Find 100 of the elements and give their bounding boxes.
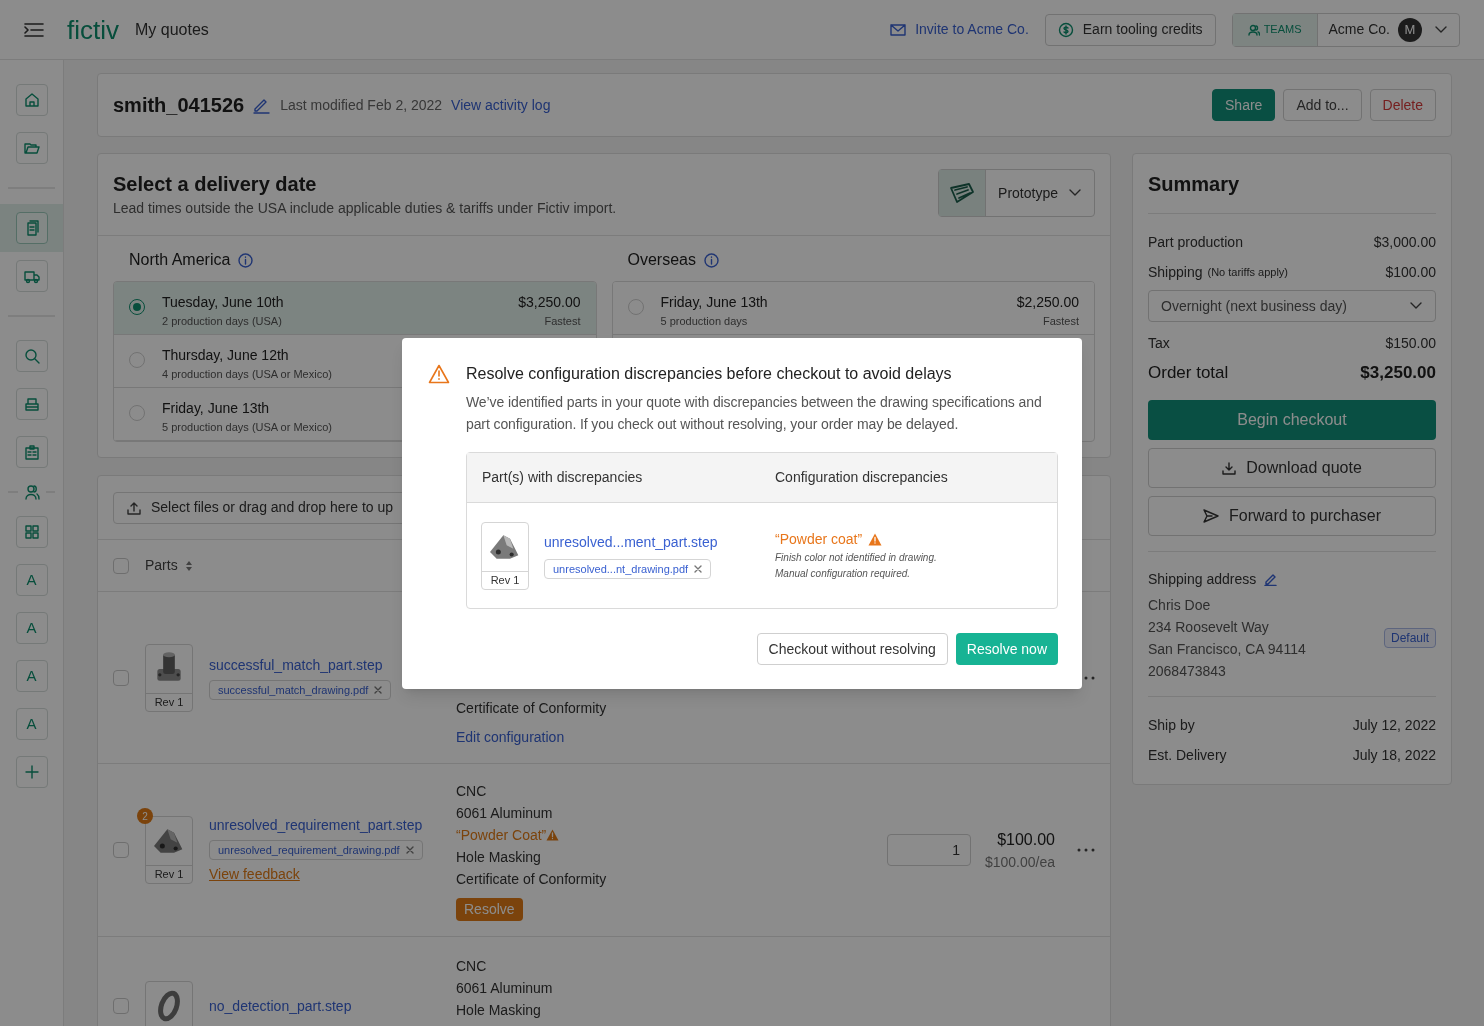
sidebar-button[interactable]: [15, 132, 48, 164]
checkbox[interactable]: [113, 557, 129, 574]
sidebar-button[interactable]: [15, 340, 48, 372]
column-header: Configuration discrepancies: [775, 468, 948, 487]
action-button[interactable]: Share: [1212, 89, 1276, 121]
checkout-without-resolving-button[interactable]: Checkout without resolving: [756, 633, 948, 665]
column-header[interactable]: Parts: [145, 555, 178, 576]
home-icon: [22, 91, 41, 109]
part-file-link[interactable]: unresolved...ment_part.step: [544, 532, 718, 553]
plus-icon: [22, 763, 41, 781]
warning-icon: [546, 829, 560, 841]
drawing-chip[interactable]: unresolved...nt_drawing.pdf: [544, 559, 712, 579]
checkbox[interactable]: [113, 669, 129, 686]
checkout-button[interactable]: Begin checkout: [1148, 400, 1436, 440]
date-label: Ship by: [1148, 715, 1195, 735]
tray-icon: [22, 395, 41, 413]
summary-label: Part production: [1148, 232, 1243, 252]
search-icon: [22, 347, 41, 365]
activity-log-link[interactable]: View activity log: [451, 94, 551, 116]
region-title: Overseas: [627, 250, 696, 270]
sidebar-button[interactable]: A: [15, 660, 48, 692]
dollar-icon: [1057, 21, 1074, 38]
summary-button[interactable]: Download quote: [1148, 448, 1436, 488]
speed-tag: Fastest: [544, 312, 581, 330]
action-button[interactable]: Delete: [1369, 89, 1436, 121]
sidebar-button[interactable]: A: [15, 612, 48, 644]
config-warning: “Powder Coat”: [456, 824, 870, 846]
sidebar-button[interactable]: [15, 436, 48, 468]
quantity-field[interactable]: 1: [886, 834, 971, 866]
credits-button[interactable]: Earn tooling credits: [1044, 13, 1216, 46]
mail-icon: [890, 23, 907, 36]
production-days: 2 production days (USA): [162, 312, 282, 330]
production-days: 5 production days (USA or Mexico): [162, 418, 332, 436]
teams-badge: TEAMS: [1232, 13, 1318, 46]
delivery-price: $2,250.00: [1016, 293, 1079, 312]
speed-tag: Fastest: [1042, 312, 1079, 330]
account-menu[interactable]: Acme Co. M: [1317, 13, 1459, 46]
delivery-date: Thursday, June 12th: [162, 346, 289, 365]
invite-link[interactable]: Invite to Acme Co.: [890, 19, 1029, 40]
delivery-option[interactable]: Friday, June 13th 5 production days $2,250.00 Fastest: [612, 282, 1094, 335]
delivery-date: Tuesday, June 10th: [162, 293, 284, 312]
total-label: Order total: [1148, 362, 1229, 385]
drawing-chip[interactable]: successful_match_drawing.pdf: [209, 680, 392, 700]
send-icon: [1202, 509, 1219, 523]
config-item: Hole Masking: [456, 848, 542, 867]
resolve-now-button[interactable]: Resolve now: [955, 633, 1058, 665]
summary-value: $100.00: [1385, 262, 1436, 282]
sidebar-button[interactable]: [15, 516, 48, 548]
summary-value: $150.00: [1385, 333, 1436, 353]
tariff-note: (No tariffs apply): [1207, 264, 1288, 280]
close-icon: [694, 565, 703, 573]
sidebar-button[interactable]: [15, 388, 48, 420]
sidebar-button[interactable]: [15, 756, 48, 788]
discrepancy-warning: “Powder coat”: [775, 529, 937, 550]
region-title: North America: [129, 250, 231, 270]
avatar: M: [1398, 17, 1422, 42]
people-icon: [1247, 23, 1260, 36]
sidebar-button[interactable]: A: [15, 708, 48, 740]
menu-icon[interactable]: [24, 21, 44, 38]
address-line: 234 Roosevelt Way: [1148, 618, 1270, 637]
summary-value: $3,000.00: [1373, 232, 1436, 252]
edit-configuration-link[interactable]: Edit configuration: [456, 727, 565, 748]
quote-name: smith_041526: [113, 93, 245, 118]
default-badge: Default: [1383, 628, 1436, 648]
shipping-method-select[interactable]: Overnight (next business day): [1148, 290, 1436, 322]
revision-label: Rev 1: [482, 570, 528, 589]
sidebar-button[interactable]: [15, 260, 48, 292]
sidebar-button[interactable]: A: [15, 564, 48, 596]
edit-icon[interactable]: [1264, 573, 1278, 586]
summary-button[interactable]: Forward to purchaser: [1148, 496, 1436, 536]
config-item: Certificate of Conformity: [456, 870, 608, 889]
part-file-link[interactable]: unresolved_requirement_part.step: [209, 815, 423, 836]
config-item: 6061 Aluminum: [456, 979, 554, 998]
action-button[interactable]: Add to...: [1283, 89, 1362, 121]
sort-icon: [184, 559, 193, 572]
cnc-drawing: [949, 182, 976, 204]
download-icon: [1222, 461, 1237, 475]
total-value: $3,250.00: [1360, 362, 1436, 385]
sidebar-button[interactable]: [15, 84, 48, 116]
checkbox[interactable]: [113, 842, 129, 858]
config-item: CNC: [456, 957, 488, 976]
part-file-link[interactable]: successful_match_part.step: [209, 655, 392, 676]
feedback-link[interactable]: View feedback: [209, 864, 300, 885]
part-file-link[interactable]: no_detection_part.step: [209, 995, 352, 1017]
summary-title: Summary: [1148, 171, 1240, 197]
drawing-chip[interactable]: unresolved_requirement_drawing.pdf: [209, 840, 423, 860]
last-modified: Last modified Feb 2, 2022: [280, 95, 443, 115]
page-title: My quotes: [135, 19, 209, 40]
sidebar-button[interactable]: [15, 212, 48, 244]
process-select[interactable]: Prototype: [938, 169, 1095, 217]
warning-icon: [428, 364, 450, 384]
resolve-button[interactable]: Resolve: [456, 898, 523, 921]
revision-label: Rev 1: [146, 692, 192, 711]
date-label: Est. Delivery: [1148, 745, 1227, 765]
delivery-price: $3,250.00: [518, 293, 581, 312]
delivery-option[interactable]: Tuesday, June 10th 2 production days (USA) $3,250.00 Fastest: [114, 282, 596, 335]
checkbox[interactable]: [113, 998, 129, 1014]
revision-label: Rev 1: [146, 865, 192, 883]
brand-logo[interactable]: fictiv: [67, 16, 119, 43]
close-icon: [374, 686, 383, 694]
